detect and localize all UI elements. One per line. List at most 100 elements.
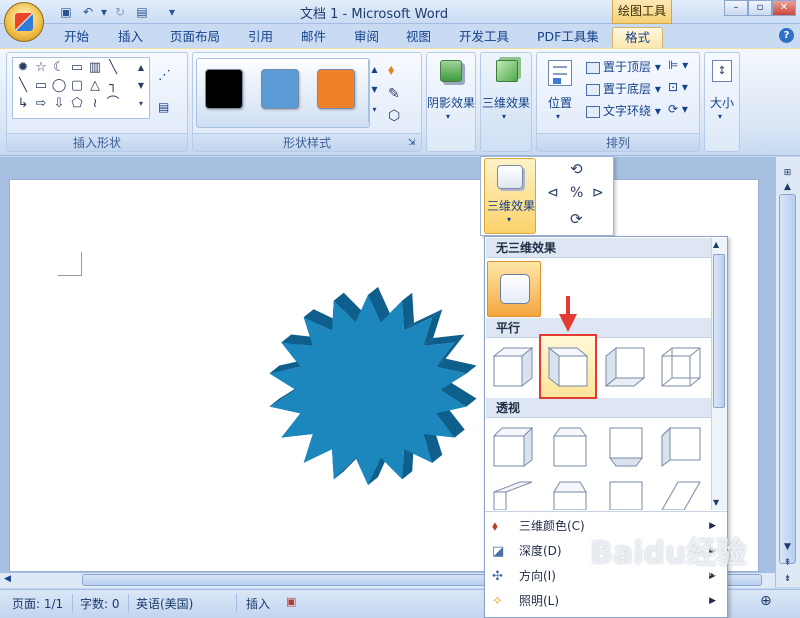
three-d-effects-label[interactable]: 三维效果 — [481, 94, 531, 111]
three-d-toggle-icon[interactable]: % — [570, 185, 583, 201]
elbow-connector-icon[interactable]: ┐ — [105, 78, 121, 94]
position-dropdown-icon[interactable]: ▾ — [556, 112, 560, 121]
tab-developer[interactable]: 开发工具 — [459, 27, 509, 48]
gallery-scroll-down-icon[interactable]: ▼ — [713, 498, 719, 507]
curve-shape-icon[interactable]: ≀ — [87, 96, 103, 112]
perspective-option-8[interactable] — [658, 478, 704, 510]
style-swatch-black[interactable] — [205, 69, 243, 109]
tilt-up-icon[interactable]: ⟲ — [570, 160, 583, 178]
gallery-down-icon[interactable]: ▼ — [133, 78, 149, 94]
maximize-button[interactable]: ▫ — [748, 0, 772, 16]
tab-page-layout[interactable]: 页面布局 — [170, 27, 220, 48]
status-page[interactable]: 页面: 1/1 — [12, 595, 63, 612]
starburst-shape-icon[interactable]: ✹ — [15, 60, 31, 76]
oval-shape-icon[interactable]: ◯ — [51, 78, 67, 94]
status-mode[interactable]: 插入 — [246, 595, 270, 612]
rectangle-shape-icon[interactable]: ▭ — [33, 78, 49, 94]
style-swatch-blue[interactable] — [261, 69, 299, 109]
shadow-effects-icon[interactable] — [440, 60, 462, 82]
tab-mailings[interactable]: 邮件 — [301, 27, 326, 48]
text-wrap-button[interactable]: 文字环绕 ▾ — [586, 102, 661, 119]
elbow-arrow-icon[interactable]: ↳ — [15, 96, 31, 112]
undo-icon[interactable]: ↶ — [80, 4, 96, 20]
next-page-icon[interactable]: ⇟ — [779, 572, 796, 586]
shape-styles-gallery[interactable] — [196, 58, 370, 128]
no-3d-effect-option[interactable] — [487, 261, 541, 317]
perspective-option-1[interactable] — [490, 424, 536, 470]
vertical-textbox-shape-icon[interactable]: ▥ — [87, 60, 103, 76]
arc-shape-icon[interactable]: ⌒ — [105, 96, 121, 112]
perspective-option-4[interactable] — [658, 424, 704, 470]
gallery-more-icon[interactable]: ▾ — [133, 96, 149, 112]
perspective-option-5[interactable] — [490, 478, 536, 510]
rounded-rect-shape-icon[interactable]: ▢ — [69, 78, 85, 94]
fill-color-icon[interactable]: ⬧ — [388, 62, 394, 78]
group-objects-icon[interactable]: ⊡ ▾ — [668, 80, 688, 94]
draw-textbox-icon[interactable]: ▤ — [158, 100, 169, 114]
close-button[interactable]: ✕ — [772, 0, 796, 16]
right-arrow-shape-icon[interactable]: ⇨ — [33, 96, 49, 112]
minimize-button[interactable]: – — [724, 0, 748, 16]
three-d-effects-icon[interactable] — [496, 60, 518, 82]
position-icon[interactable] — [548, 60, 572, 86]
down-arrow-shape-icon[interactable]: ⇩ — [51, 96, 67, 112]
shapes-gallery[interactable]: ✹ ☆ ☾ ▭ ▥ ╲ ╲ ▭ ◯ ▢ △ ┐ ↳ ⇨ ⇩ ⬠ ≀ ⌒ ▲ ▼ … — [12, 57, 150, 119]
size-icon[interactable]: ↕ — [712, 60, 732, 82]
ruler-toggle-icon[interactable]: ⊞ — [779, 166, 796, 180]
gallery-scroll-up-icon[interactable]: ▲ — [713, 240, 719, 249]
tab-home[interactable]: 开始 — [64, 27, 89, 48]
textbox-shape-icon[interactable]: ▭ — [69, 60, 85, 76]
redo-icon[interactable]: ↻ — [112, 4, 128, 20]
line-color-icon[interactable]: ✎ — [388, 86, 400, 102]
send-to-back-button[interactable]: 置于底层 ▾ — [586, 80, 661, 97]
perspective-option-7[interactable] — [602, 478, 648, 510]
three-d-effects-dropdown-icon[interactable]: ▾ — [502, 112, 506, 121]
perspective-option-2[interactable] — [546, 424, 592, 470]
save-icon[interactable]: ▣ — [58, 4, 74, 20]
rotate-icon[interactable]: ⟳ ▾ — [668, 102, 688, 116]
zoom-in-icon[interactable]: ⊕ — [760, 593, 772, 609]
line-shape-2-icon[interactable]: ╲ — [15, 78, 31, 94]
position-label[interactable]: 位置 — [543, 94, 577, 111]
undo-dropdown-icon[interactable]: ▾ — [96, 4, 112, 20]
shadow-effects-dropdown-icon[interactable]: ▾ — [446, 112, 450, 121]
customize-qat-icon[interactable]: ▾ — [164, 4, 180, 20]
prev-page-icon[interactable]: ⇞ — [779, 556, 796, 570]
vertical-scroll-thumb[interactable] — [779, 194, 796, 564]
styles-gallery-scroll[interactable]: ▲ ▼ ▾ — [368, 60, 380, 122]
perspective-option-6[interactable] — [546, 478, 592, 510]
tab-pdf-tools[interactable]: PDF工具集 — [537, 27, 599, 48]
parallel-option-3[interactable] — [602, 344, 648, 390]
size-label[interactable]: 大小 — [706, 94, 738, 111]
align-icon[interactable]: ⊫ ▾ — [668, 58, 688, 72]
starburst-shape[interactable] — [240, 286, 500, 496]
triangle-shape-icon[interactable]: △ — [87, 78, 103, 94]
tilt-right-icon[interactable]: ⊳ — [592, 185, 604, 201]
gallery-scroll-thumb[interactable] — [713, 254, 725, 408]
status-words[interactable]: 字数: 0 — [80, 595, 120, 612]
moon-shape-icon[interactable]: ☾ — [51, 60, 67, 76]
tab-view[interactable]: 视图 — [406, 27, 431, 48]
tilt-down-icon[interactable]: ⟳ — [570, 210, 583, 228]
three-d-effects-active-button[interactable]: 三维效果 ▾ — [484, 158, 536, 234]
tab-format[interactable]: 格式 — [612, 27, 664, 48]
size-dropdown-icon[interactable]: ▾ — [718, 112, 722, 121]
shadow-effects-label[interactable]: 阴影效果 — [427, 94, 475, 111]
scroll-up-icon[interactable]: ▲ — [779, 180, 796, 194]
status-language[interactable]: 英语(美国) — [136, 595, 193, 612]
tab-review[interactable]: 审阅 — [354, 27, 379, 48]
bring-to-front-button[interactable]: 置于顶层 ▾ — [586, 58, 661, 75]
scroll-left-icon[interactable]: ◀ — [4, 574, 11, 584]
edit-points-icon[interactable]: ⋰ — [158, 68, 171, 83]
scroll-down-icon[interactable]: ▼ — [779, 540, 796, 554]
macro-record-icon[interactable]: ▣ — [286, 595, 296, 608]
tilt-left-icon[interactable]: ⊲ — [547, 185, 559, 201]
parallel-option-4[interactable] — [658, 344, 704, 390]
line-shape-icon[interactable]: ╲ — [105, 60, 121, 76]
tab-insert[interactable]: 插入 — [118, 27, 143, 48]
style-swatch-orange[interactable] — [317, 69, 355, 109]
help-icon[interactable]: ? — [779, 28, 794, 43]
change-shape-icon[interactable]: ⬡ — [388, 108, 400, 124]
shape-styles-launcher-icon[interactable]: ⇲ — [408, 138, 416, 148]
parallel-option-1[interactable] — [490, 344, 536, 390]
